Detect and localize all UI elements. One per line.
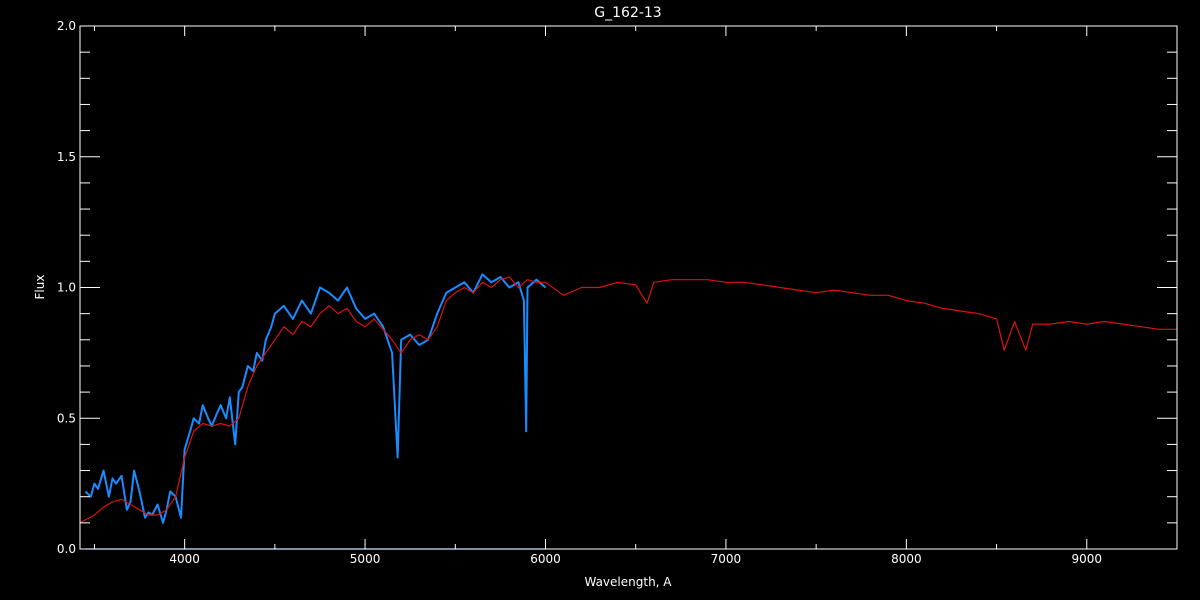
x-tick-label: 8000 [891,552,922,566]
x-tick-label: 4000 [169,552,200,566]
x-axis-label: Wavelength, A [584,575,672,589]
x-tick-label: 6000 [530,552,561,566]
spectrum-chart: G_162-13 4000 5000 6000 7000 8000 9000 0.0 0.5 1… [0,0,1200,600]
x-tick-label: 7000 [711,552,742,566]
y-tick-label: 0.0 [57,542,76,556]
y-tick-label: 1.0 [57,281,76,295]
chart-title: G_162-13 [594,5,661,21]
y-tick-label: 2.0 [57,19,76,33]
y-tick-label: 1.5 [57,150,76,164]
x-tick-label: 9000 [1072,552,1103,566]
y-axis-label: Flux [33,275,47,300]
x-tick-label: 5000 [350,552,381,566]
y-tick-label: 0.5 [57,411,76,425]
